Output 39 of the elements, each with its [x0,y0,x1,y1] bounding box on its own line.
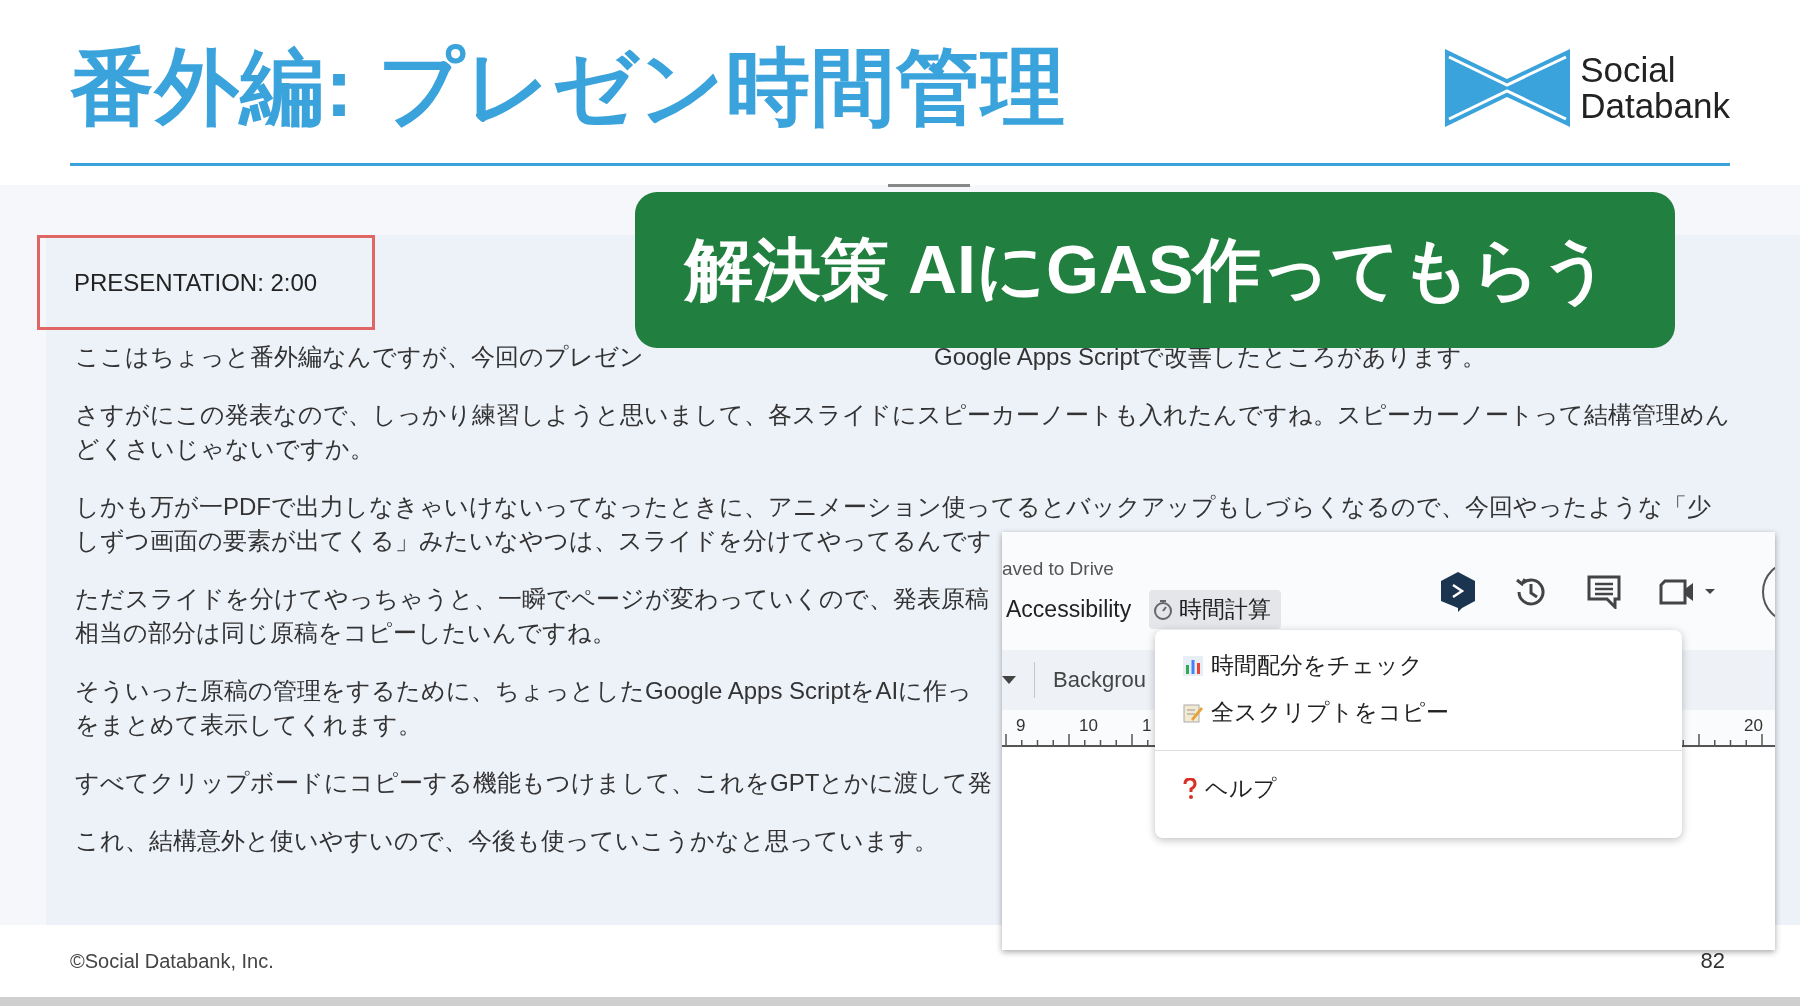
slide-title: 番外編: プレゼン時間管理 [70,39,1067,136]
note-text: しかも万が一PDFで出力しなきゃいけないってなったときに、アニメーション使ってるとバックアップもしづらくなるので、今回やったような「少 [75,492,1711,522]
ruler-number: 9 [1016,716,1026,736]
dropdown-item[interactable]: ヘルプ [1155,765,1682,812]
ruler-number: 10 [1079,716,1098,736]
stopwatch-icon [1153,598,1174,621]
note-text: しずつ画面の要素が出てくる」みたいなやつは、スライドを分けてやってるんです [75,526,992,556]
item-label: 時間配分をチェック [1211,651,1423,680]
menu-item[interactable]: Accessibility [1002,592,1142,627]
note-text: さすがにこの発表なので、しっかり練習しようと思いまして、各スライドにスピーカーノートも入れたんですね。スピーカーノートって結構管理めん [75,400,1730,430]
logo-text: Social [1580,52,1677,88]
caret-icon[interactable] [1002,676,1016,684]
ruler-number: 20 [1744,716,1763,736]
note-text: これ、結構意外と使いやすいので、今後も使っていこうかなと思っています。 [75,826,938,856]
item-label: ヘルプ [1205,774,1277,803]
dropdown-item[interactable]: 全スクリプトをコピー [1155,689,1682,736]
note-text: そういった原稿の管理をするために、ちょっとしたGoogle Apps ScriptをAIに作っ [75,676,973,706]
toolbar-label[interactable]: Backgrou [1053,667,1146,693]
dropdown-item[interactable]: 時間配分をチェック [1155,642,1682,689]
note-text: すべてクリップボードにコピーする機能もつけまして、これをGPTとかに渡して発 [75,768,993,798]
comment-icon[interactable] [1587,575,1621,609]
presentation-heading: PRESENTATION: 2:00 [37,235,375,330]
note-text: をまとめて表示してくれます。 [75,710,422,740]
memo-icon [1183,702,1203,723]
question-mark-icon [1183,777,1197,800]
logo-text: Databank [1580,88,1730,124]
logo-icon [1445,49,1571,127]
page-number: 82 [1700,948,1725,974]
copyright: ©Social Databank, Inc. [70,949,274,973]
solution-banner: 解決策 AIにGAS作ってもらう [635,192,1675,348]
note-text: どくさいじゃないですか。 [75,434,374,464]
note-text: ただスライドを分けてやっちゃうと、一瞬でページが変わっていくので、発表原稿 [75,584,989,614]
note-text: 相当の部分は同じ原稿をコピーしたいんですね。 [75,618,616,648]
bar-chart-icon [1183,655,1203,676]
ruler-number: 1 [1142,716,1152,736]
item-label: 全スクリプトをコピー [1211,698,1449,727]
hexagon-icon[interactable] [1441,572,1475,612]
menu-item[interactable]: 時間計算 [1149,590,1282,629]
save-status: aved to Drive [1002,558,1115,580]
